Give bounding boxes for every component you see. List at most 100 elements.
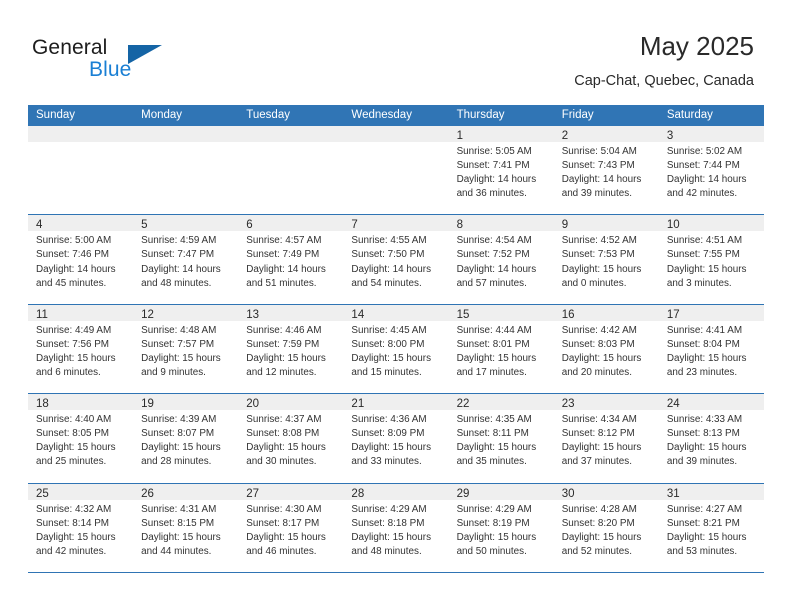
- day-details: Sunrise: 4:31 AM Sunset: 8:15 PM Daylight:…: [133, 500, 238, 559]
- calendar-day-cell[interactable]: 25 Sunrise: 4:32 AM Sunset: 8:14 PM Dayligh…: [28, 483, 134, 572]
- calendar-day-cell[interactable]: 27 Sunrise: 4:30 AM Sunset: 8:17 PM Dayligh…: [238, 483, 344, 572]
- day-number: 30: [561, 487, 575, 500]
- day-detail-line: Daylight: 15 hours: [456, 442, 537, 454]
- day-number: 10: [666, 219, 680, 232]
- calendar-day-cell[interactable]: 28 Sunrise: 4:29 AM Sunset: 8:18 PM Dayligh…: [343, 483, 449, 572]
- day-detail-line: Sunset: 8:18 PM: [351, 517, 425, 529]
- day-detail-line: and 52 minutes.: [561, 545, 632, 557]
- calendar-day-cell[interactable]: 2 Sunrise: 5:04 AM Sunset: 7:43 PM Daylight…: [553, 126, 659, 215]
- brand-logo[interactable]: General Blue: [32, 36, 252, 92]
- calendar-day-cell[interactable]: 18 Sunrise: 4:40 AM Sunset: 8:05 PM Dayligh…: [28, 394, 134, 483]
- calendar-day-cell[interactable]: 22 Sunrise: 4:35 AM Sunset: 8:11 PM Dayligh…: [448, 394, 554, 483]
- day-number-band: 15: [448, 304, 554, 321]
- day-details: Sunrise: 5:05 AM Sunset: 7:41 PM Daylight:…: [449, 142, 554, 201]
- day-detail-line: Sunset: 8:04 PM: [666, 338, 740, 350]
- day-detail-line: Daylight: 14 hours: [561, 174, 642, 186]
- day-detail-line: Daylight: 15 hours: [666, 442, 747, 454]
- day-detail-line: Sunset: 7:53 PM: [561, 249, 635, 261]
- day-number: 5: [141, 219, 148, 232]
- day-detail-line: and 46 minutes.: [246, 545, 317, 557]
- day-detail-line: and 37 minutes.: [561, 456, 632, 468]
- calendar-day-cell[interactable]: 16 Sunrise: 4:42 AM Sunset: 8:03 PM Dayligh…: [553, 304, 659, 394]
- day-details: Sunrise: 4:35 AM Sunset: 8:11 PM Daylight:…: [449, 410, 554, 469]
- calendar-day-cell[interactable]: 3 Sunrise: 5:02 AM Sunset: 7:44 PM Daylight…: [658, 126, 764, 215]
- day-number-band: [238, 126, 344, 142]
- day-number-band: 25: [28, 483, 134, 500]
- day-detail-line: Sunset: 7:43 PM: [561, 160, 635, 172]
- day-detail-line: Sunrise: 4:36 AM: [351, 414, 427, 426]
- day-number: 9: [561, 219, 569, 232]
- day-detail-line: and 3 minutes.: [666, 277, 732, 289]
- calendar-week-row: 18 Sunrise: 4:40 AM Sunset: 8:05 PM Dayligh…: [28, 394, 764, 484]
- day-number-band: 13: [238, 304, 344, 321]
- calendar-week-row: 1 Sunrise: 5:05 AM Sunset: 7:41 PM Daylight…: [28, 126, 764, 216]
- day-detail-line: Daylight: 15 hours: [561, 352, 642, 364]
- day-details: Sunrise: 4:48 AM Sunset: 7:57 PM Daylight:…: [133, 321, 238, 380]
- calendar-day-cell[interactable]: 7 Sunrise: 4:55 AM Sunset: 7:50 PM Daylight…: [343, 215, 449, 304]
- calendar-day-cell[interactable]: 9 Sunrise: 4:52 AM Sunset: 7:53 PM Daylight…: [553, 215, 659, 304]
- day-number: 31: [666, 487, 680, 500]
- day-detail-line: Sunrise: 5:04 AM: [561, 146, 637, 157]
- day-detail-line: Sunset: 8:19 PM: [456, 517, 530, 529]
- day-detail-line: Sunrise: 4:52 AM: [561, 235, 637, 247]
- day-number-band: 3: [658, 126, 764, 142]
- calendar-day-cell[interactable]: 11 Sunrise: 4:49 AM Sunset: 7:56 PM Dayligh…: [28, 304, 134, 394]
- day-detail-line: Daylight: 15 hours: [351, 352, 432, 364]
- day-detail-line: Daylight: 14 hours: [456, 174, 537, 186]
- day-number: 24: [666, 398, 680, 411]
- day-number: 4: [36, 219, 43, 232]
- day-detail-line: and 36 minutes.: [456, 188, 527, 200]
- day-detail-line: Sunset: 8:20 PM: [561, 517, 635, 529]
- weekday-header-saturday: Saturday: [666, 109, 713, 121]
- calendar-day-cell[interactable]: 10 Sunrise: 4:51 AM Sunset: 7:55 PM Dayligh…: [658, 215, 764, 304]
- calendar-day-cell[interactable]: 17 Sunrise: 4:41 AM Sunset: 8:04 PM Dayligh…: [658, 304, 764, 394]
- calendar-day-cell-empty: [238, 126, 344, 215]
- calendar-day-cell[interactable]: 26 Sunrise: 4:31 AM Sunset: 8:15 PM Dayligh…: [133, 483, 239, 572]
- day-details: Sunrise: 4:45 AM Sunset: 8:00 PM Daylight:…: [343, 321, 448, 380]
- day-detail-line: Sunset: 7:55 PM: [666, 249, 740, 261]
- day-details: Sunrise: 4:40 AM Sunset: 8:05 PM Daylight:…: [28, 410, 133, 469]
- day-number-band: 16: [553, 304, 659, 321]
- calendar-day-cell[interactable]: 12 Sunrise: 4:48 AM Sunset: 7:57 PM Dayligh…: [133, 304, 239, 394]
- day-detail-line: Sunrise: 4:59 AM: [141, 235, 217, 247]
- calendar-day-cell[interactable]: 5 Sunrise: 4:59 AM Sunset: 7:47 PM Daylight…: [133, 215, 239, 304]
- calendar-day-cell[interactable]: 15 Sunrise: 4:44 AM Sunset: 8:01 PM Dayligh…: [448, 304, 554, 394]
- day-details: Sunrise: 5:02 AM Sunset: 7:44 PM Daylight:…: [659, 142, 764, 201]
- calendar-day-cell[interactable]: 13 Sunrise: 4:46 AM Sunset: 7:59 PM Dayligh…: [238, 304, 344, 394]
- calendar-day-cell[interactable]: 1 Sunrise: 5:05 AM Sunset: 7:41 PM Daylight…: [448, 126, 554, 215]
- calendar-day-cell[interactable]: 23 Sunrise: 4:34 AM Sunset: 8:12 PM Dayligh…: [553, 394, 659, 483]
- calendar-day-cell[interactable]: 30 Sunrise: 4:28 AM Sunset: 8:20 PM Dayligh…: [553, 483, 659, 572]
- day-detail-line: Sunset: 7:41 PM: [456, 160, 530, 172]
- day-detail-line: and 53 minutes.: [666, 545, 738, 557]
- calendar-day-cell[interactable]: 31 Sunrise: 4:27 AM Sunset: 8:21 PM Dayligh…: [658, 483, 764, 572]
- day-detail-line: Sunset: 8:13 PM: [666, 428, 740, 440]
- day-number: 14: [351, 308, 365, 321]
- day-details: Sunrise: 4:27 AM Sunset: 8:21 PM Daylight:…: [659, 500, 764, 559]
- calendar-day-cell-empty: [133, 126, 239, 215]
- page-subtitle: Cap-Chat, Quebec, Canada: [574, 73, 754, 89]
- page-header: General Blue May 2025 Cap-Chat, Quebec, …: [0, 0, 792, 104]
- day-detail-line: and 33 minutes.: [351, 456, 422, 468]
- calendar-day-cell[interactable]: 19 Sunrise: 4:39 AM Sunset: 8:07 PM Dayligh…: [133, 394, 239, 483]
- day-detail-line: Sunset: 8:03 PM: [561, 338, 635, 350]
- calendar-day-cell[interactable]: 6 Sunrise: 4:57 AM Sunset: 7:49 PM Daylight…: [238, 215, 344, 304]
- day-number: 13: [246, 308, 260, 321]
- calendar-day-cell[interactable]: 20 Sunrise: 4:37 AM Sunset: 8:08 PM Dayligh…: [238, 394, 344, 483]
- day-detail-line: Daylight: 15 hours: [246, 442, 326, 454]
- calendar-day-cell[interactable]: 29 Sunrise: 4:29 AM Sunset: 8:19 PM Dayligh…: [448, 483, 554, 572]
- day-number: 19: [141, 398, 154, 411]
- brand-name-general: General: [32, 36, 108, 59]
- weekday-header-wednesday: Wednesday: [351, 109, 412, 121]
- day-number: 8: [456, 219, 463, 232]
- calendar-day-cell[interactable]: 24 Sunrise: 4:33 AM Sunset: 8:13 PM Dayligh…: [658, 394, 764, 483]
- calendar-day-cell[interactable]: 4 Sunrise: 5:00 AM Sunset: 7:46 PM Daylight…: [28, 215, 134, 304]
- day-number: 12: [141, 308, 154, 321]
- calendar-day-cell[interactable]: 8 Sunrise: 4:54 AM Sunset: 7:52 PM Daylight…: [448, 215, 554, 304]
- calendar-week-row: 25 Sunrise: 4:32 AM Sunset: 8:14 PM Dayligh…: [28, 483, 764, 573]
- weekday-header-tuesday: Tuesday: [246, 109, 290, 121]
- day-number-band: 8: [448, 215, 554, 232]
- calendar-day-cell[interactable]: 14 Sunrise: 4:45 AM Sunset: 8:00 PM Dayligh…: [343, 304, 449, 394]
- day-number-band: [28, 126, 134, 142]
- day-detail-line: Sunrise: 4:48 AM: [141, 324, 217, 336]
- calendar-day-cell[interactable]: 21 Sunrise: 4:36 AM Sunset: 8:09 PM Dayligh…: [343, 394, 449, 483]
